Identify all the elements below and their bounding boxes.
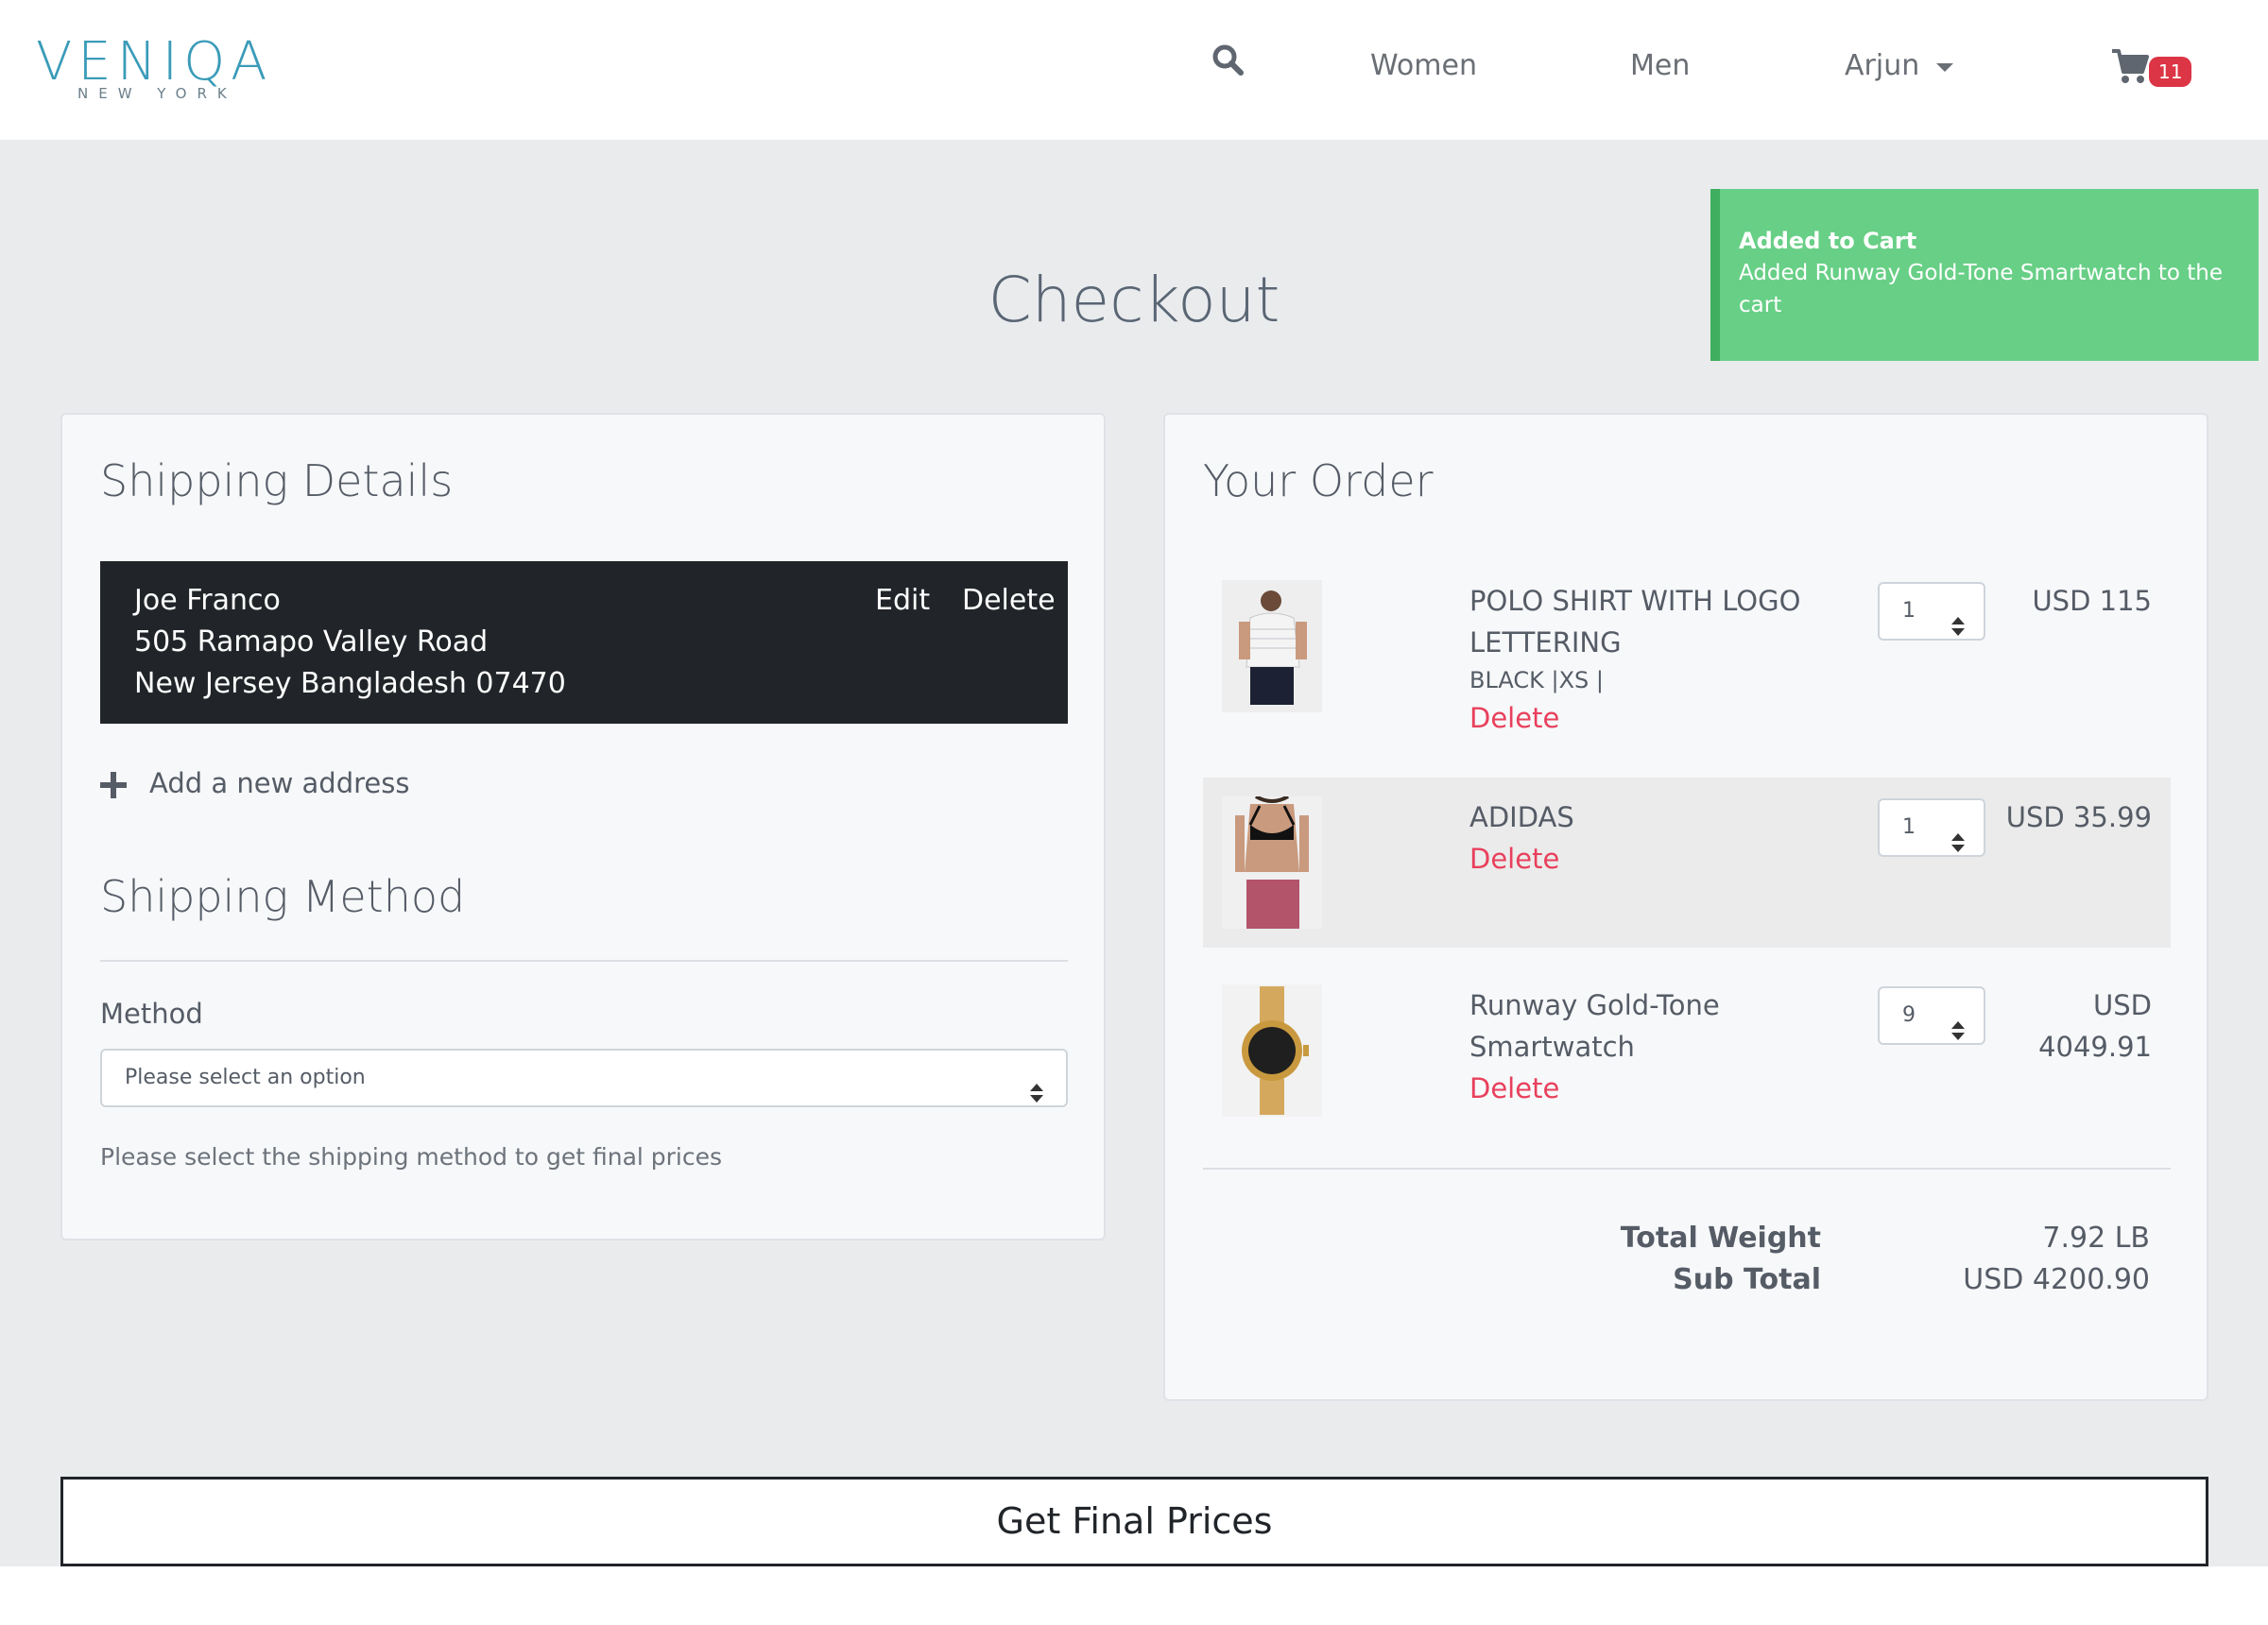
nav-link-men[interactable]: Men <box>1630 47 1690 85</box>
select-arrows-icon <box>1951 603 1965 636</box>
product-image-polo-shirt[interactable] <box>1222 580 1322 712</box>
method-label: Method <box>100 998 203 1030</box>
brand-logo[interactable]: VENIQA NEW YORK <box>36 31 273 103</box>
address-city: New Jersey Bangladesh 07470 <box>134 667 566 700</box>
top-navbar: VENIQA NEW YORK Women Men Arjun 11 <box>0 0 2268 140</box>
item-price: USD 115 <box>2032 585 2152 617</box>
subtotal-value: USD 4200.90 <box>1963 1263 2150 1296</box>
shipping-method-placeholder: Please select an option <box>125 1066 366 1089</box>
address-street: 505 Ramapo Valley Road <box>134 625 489 659</box>
shopping-cart-icon[interactable] <box>2111 47 2151 85</box>
shipping-method-select[interactable]: Please select an option <box>100 1049 1068 1107</box>
product-name[interactable]: Runway Gold-Tone Smartwatch <box>1469 989 1720 1063</box>
delete-item-button[interactable]: Delete <box>1469 697 1838 739</box>
page-title: Checkout <box>988 264 1280 336</box>
user-menu-toggle[interactable]: Arjun <box>1845 47 1919 85</box>
toast-title: Added to Cart <box>1739 228 1917 254</box>
divider <box>1203 1168 2171 1170</box>
shipping-method-note: Please select the shipping method to get… <box>100 1143 723 1171</box>
order-item: Runway Gold-Tone Smartwatch Delete 9 USD… <box>1203 966 2171 1136</box>
search-icon[interactable] <box>1210 42 1247 79</box>
quantity-value: 1 <box>1902 599 1916 623</box>
plus-icon <box>100 772 127 798</box>
total-weight-value: 7.92 LB <box>2042 1222 2150 1255</box>
logo-tagline: NEW YORK <box>77 85 237 102</box>
product-name[interactable]: POLO SHIRT WITH LOGO LETTERING <box>1469 585 1800 659</box>
total-weight-label: Total Weight <box>1620 1222 1821 1255</box>
shipping-details-card: Shipping Details Joe Franco 505 Ramapo V… <box>60 413 1106 1240</box>
quantity-select[interactable]: 1 <box>1878 798 1985 857</box>
order-item: POLO SHIRT WITH LOGO LETTERING BLACK |XS… <box>1203 561 2171 734</box>
delete-address-button[interactable]: Delete <box>962 580 1056 622</box>
select-arrows-icon <box>1951 1007 1965 1040</box>
item-price: USD 35.99 <box>2005 801 2152 833</box>
divider <box>100 960 1068 962</box>
product-image-adidas[interactable] <box>1222 796 1322 929</box>
cart-count-badge: 11 <box>2149 57 2192 87</box>
edit-address-button[interactable]: Edit <box>875 580 930 622</box>
order-item-details: POLO SHIRT WITH LOGO LETTERING BLACK |XS… <box>1469 580 1838 739</box>
subtotal-label: Sub Total <box>1673 1263 1821 1296</box>
add-address-label: Add a new address <box>149 767 410 799</box>
logo-wordmark: VENIQA <box>36 31 273 93</box>
shipping-details-title: Shipping Details <box>100 455 454 506</box>
order-item: ADIDAS Delete 1 USD 35.99 <box>1203 778 2171 948</box>
delete-item-button[interactable]: Delete <box>1469 1068 1838 1109</box>
quantity-select[interactable]: 9 <box>1878 986 1985 1045</box>
quantity-value: 9 <box>1902 1003 1916 1027</box>
product-image-smartwatch[interactable] <box>1222 984 1322 1117</box>
chevron-down-icon[interactable] <box>1936 63 1953 72</box>
selected-address[interactable]: Joe Franco 505 Ramapo Valley Road New Je… <box>100 561 1068 724</box>
select-arrows-icon <box>1030 1069 1043 1103</box>
get-final-prices-button[interactable]: Get Final Prices <box>60 1477 2208 1566</box>
item-price: USD 4049.91 <box>2038 989 2152 1063</box>
nav-link-women[interactable]: Women <box>1370 47 1477 85</box>
delete-item-button[interactable]: Delete <box>1469 838 1838 880</box>
order-item-details: Runway Gold-Tone Smartwatch Delete <box>1469 984 1838 1109</box>
product-variant: BLACK |XS | <box>1469 667 1604 693</box>
your-order-title: Your Order <box>1203 455 1434 506</box>
product-name[interactable]: ADIDAS <box>1469 801 1574 833</box>
shipping-method-title: Shipping Method <box>100 871 466 922</box>
select-arrows-icon <box>1951 819 1965 852</box>
quantity-select[interactable]: 1 <box>1878 582 1985 641</box>
order-item-details: ADIDAS Delete <box>1469 796 1838 880</box>
your-order-card: Your Order POLO SHIRT WITH LOGO LETTERIN… <box>1163 413 2208 1401</box>
quantity-value: 1 <box>1902 815 1916 839</box>
